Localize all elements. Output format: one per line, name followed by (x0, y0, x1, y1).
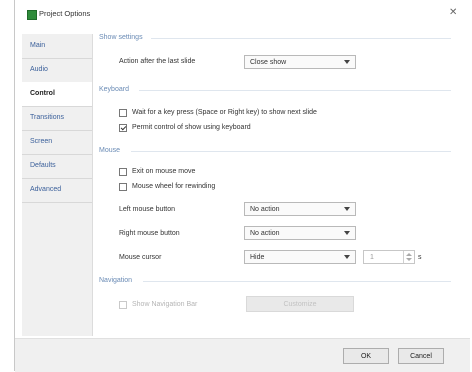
sidebar-item-label: Advanced (30, 186, 62, 193)
close-icon[interactable]: ✕ (449, 7, 457, 18)
exit-on-mouse-move-label: Exit on mouse move (132, 168, 196, 175)
title-bar: Project Options ✕ (15, 0, 470, 24)
ok-button[interactable]: OK (343, 348, 389, 364)
chevron-down-icon (344, 255, 350, 259)
seconds-unit-label: s (418, 254, 422, 261)
wait-key-press-checkbox[interactable] (119, 109, 127, 117)
chevron-down-icon (344, 60, 350, 64)
wait-key-press-label: Wait for a key press (Space or Right key… (132, 109, 317, 116)
show-settings-heading: Show settings (99, 34, 143, 41)
cancel-button-label: Cancel (410, 353, 432, 360)
dropdown-value: No action (250, 206, 280, 213)
sidebar-item-control[interactable]: Control (22, 82, 92, 107)
control-settings-panel: Show settings Action after the last slid… (99, 28, 459, 338)
app-icon (27, 10, 37, 20)
mouse-wheel-rewind-checkbox[interactable] (119, 183, 127, 191)
sidebar-item-label: Main (30, 42, 46, 49)
cancel-button[interactable]: Cancel (398, 348, 444, 364)
sidebar-item-label: Screen (30, 138, 53, 145)
chevron-down-icon (344, 207, 350, 211)
right-mouse-button-label: Right mouse button (119, 230, 180, 237)
customize-button-label: Customize (283, 301, 317, 308)
sidebar-item-label: Audio (30, 66, 48, 73)
show-navigation-bar-label: Show Navigation Bar (132, 301, 198, 308)
sidebar-item-defaults[interactable]: Defaults (22, 154, 92, 179)
dropdown-value: Close show (250, 59, 287, 66)
sidebar-item-transitions[interactable]: Transitions (22, 106, 92, 131)
dropdown-value: No action (250, 230, 280, 237)
left-mouse-button-dropdown[interactable]: No action (244, 202, 356, 216)
exit-on-mouse-move-checkbox[interactable] (119, 168, 127, 176)
dialog-footer: OK Cancel (15, 338, 470, 372)
action-after-last-slide-dropdown[interactable]: Close show (244, 55, 356, 69)
sidebar-item-screen[interactable]: Screen (22, 130, 92, 155)
chevron-up-icon[interactable] (406, 253, 412, 256)
navigation-heading: Navigation (99, 277, 133, 284)
section-divider (139, 90, 451, 91)
dropdown-value: Hide (250, 254, 265, 261)
mouse-wheel-rewind-label: Mouse wheel for rewinding (132, 183, 216, 190)
mouse-heading: Mouse (99, 147, 121, 154)
permit-keyboard-control-checkbox[interactable] (119, 124, 127, 132)
sidebar-item-label: Control (30, 90, 55, 97)
action-after-last-slide-label: Action after the last slide (119, 58, 196, 65)
mouse-cursor-label: Mouse cursor (119, 254, 162, 261)
chevron-down-icon[interactable] (406, 258, 412, 261)
right-mouse-button-dropdown[interactable]: No action (244, 226, 356, 240)
sidebar-item-audio[interactable]: Audio (22, 58, 92, 83)
section-divider (151, 38, 451, 39)
chevron-down-icon (344, 231, 350, 235)
window-title: Project Options (39, 9, 91, 18)
sidebar-item-label: Transitions (30, 114, 64, 121)
stepper-buttons[interactable] (403, 251, 414, 263)
sidebar-item-main[interactable]: Main (22, 34, 92, 59)
stepper-value: 1 (370, 254, 374, 261)
mouse-cursor-dropdown[interactable]: Hide (244, 250, 356, 264)
ok-button-label: OK (360, 353, 372, 360)
customize-navigation-button[interactable]: Customize (246, 296, 354, 312)
project-options-window: Project Options ✕ Main Audio Control Tra… (14, 0, 470, 372)
left-mouse-button-label: Left mouse button (119, 206, 176, 213)
sidebar-item-advanced[interactable]: Advanced (22, 178, 92, 203)
section-divider (143, 281, 451, 282)
options-sidebar: Main Audio Control Transitions Screen De… (22, 34, 93, 336)
section-divider (131, 151, 451, 152)
permit-keyboard-control-label: Permit control of show using keyboard (132, 124, 251, 131)
sidebar-item-label: Defaults (30, 162, 56, 169)
keyboard-heading: Keyboard (99, 86, 129, 93)
cursor-hide-seconds-stepper[interactable]: 1 (363, 250, 415, 264)
show-navigation-bar-checkbox[interactable] (119, 301, 127, 309)
